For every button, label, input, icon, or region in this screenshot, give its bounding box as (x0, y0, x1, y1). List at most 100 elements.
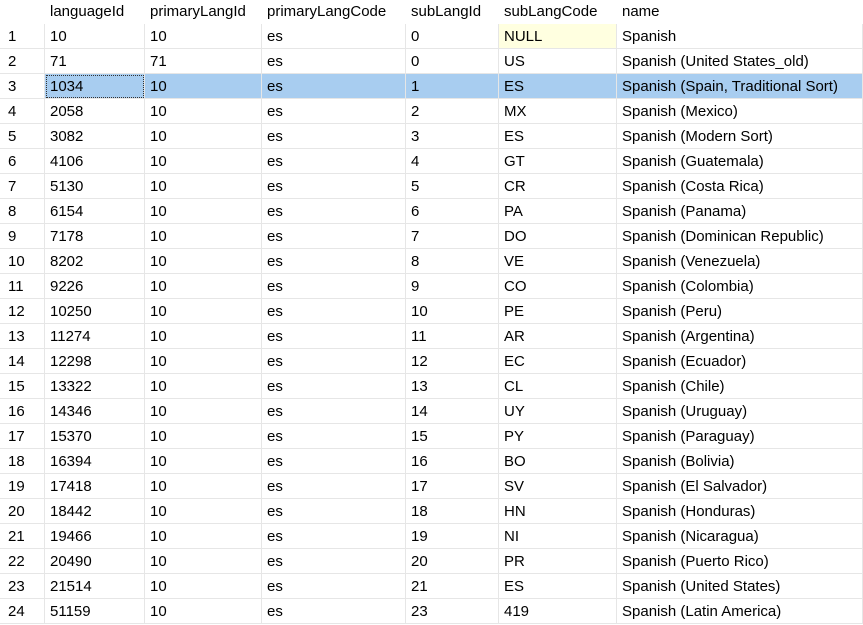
cell-sublangid[interactable]: 12 (406, 349, 499, 374)
cell-name[interactable]: Spanish (Nicaragua) (617, 524, 863, 549)
cell-sublangid[interactable]: 20 (406, 549, 499, 574)
cell-primarylangid[interactable]: 10 (145, 574, 262, 599)
cell-primarylangcode[interactable]: es (262, 524, 406, 549)
table-row[interactable]: 20 18442 10 es 18 HN Spanish (Honduras) (0, 499, 863, 524)
cell-sublangcode[interactable]: GT (499, 149, 617, 174)
row-number[interactable]: 21 (0, 524, 45, 549)
cell-primarylangcode[interactable]: es (262, 124, 406, 149)
cell-primarylangcode[interactable]: es (262, 324, 406, 349)
table-row[interactable]: 22 20490 10 es 20 PR Spanish (Puerto Rico) (0, 549, 863, 574)
cell-sublangcode[interactable]: ES (499, 124, 617, 149)
cell-name[interactable]: Spanish (617, 24, 863, 49)
row-number[interactable]: 14 (0, 349, 45, 374)
cell-primarylangcode[interactable]: es (262, 224, 406, 249)
row-number[interactable]: 13 (0, 324, 45, 349)
cell-name[interactable]: Spanish (Colombia) (617, 274, 863, 299)
cell-sublangid[interactable]: 5 (406, 174, 499, 199)
cell-primarylangcode[interactable]: es (262, 424, 406, 449)
column-header-sublangid[interactable]: subLangId (406, 0, 499, 24)
cell-primarylangid[interactable]: 10 (145, 74, 262, 99)
cell-name[interactable]: Spanish (Spain, Traditional Sort) (617, 74, 863, 99)
cell-languageid[interactable]: 10 (45, 24, 145, 49)
cell-sublangcode[interactable]: 419 (499, 599, 617, 624)
cell-languageid[interactable]: 12298 (45, 349, 145, 374)
cell-sublangid[interactable]: 6 (406, 199, 499, 224)
cell-languageid[interactable]: 13322 (45, 374, 145, 399)
table-row[interactable]: 24 51159 10 es 23 419 Spanish (Latin America) (0, 599, 863, 624)
cell-sublangcode[interactable]: CL (499, 374, 617, 399)
cell-name[interactable]: Spanish (Argentina) (617, 324, 863, 349)
cell-sublangcode[interactable]: PR (499, 549, 617, 574)
cell-primarylangid[interactable]: 10 (145, 299, 262, 324)
cell-primarylangcode[interactable]: es (262, 474, 406, 499)
cell-primarylangcode[interactable]: es (262, 274, 406, 299)
cell-sublangid[interactable]: 0 (406, 24, 499, 49)
cell-primarylangcode[interactable]: es (262, 599, 406, 624)
table-row[interactable]: 10 8202 10 es 8 VE Spanish (Venezuela) (0, 249, 863, 274)
cell-languageid[interactable]: 2058 (45, 99, 145, 124)
cell-sublangcode[interactable]: MX (499, 99, 617, 124)
cell-languageid[interactable]: 17418 (45, 474, 145, 499)
cell-sublangid[interactable]: 4 (406, 149, 499, 174)
row-number[interactable]: 4 (0, 99, 45, 124)
cell-primarylangcode[interactable]: es (262, 574, 406, 599)
cell-primarylangcode[interactable]: es (262, 249, 406, 274)
cell-primarylangcode[interactable]: es (262, 399, 406, 424)
cell-sublangcode[interactable]: NI (499, 524, 617, 549)
cell-name[interactable]: Spanish (Paraguay) (617, 424, 863, 449)
row-number[interactable]: 12 (0, 299, 45, 324)
cell-languageid[interactable]: 15370 (45, 424, 145, 449)
cell-primarylangid[interactable]: 10 (145, 474, 262, 499)
cell-languageid[interactable]: 7178 (45, 224, 145, 249)
cell-primarylangcode[interactable]: es (262, 299, 406, 324)
cell-primarylangid[interactable]: 10 (145, 99, 262, 124)
cell-name[interactable]: Spanish (Venezuela) (617, 249, 863, 274)
table-row[interactable]: 3 1034 10 es 1 ES Spanish (Spain, Traditional … (0, 74, 863, 99)
cell-primarylangid[interactable]: 10 (145, 399, 262, 424)
table-row[interactable]: 17 15370 10 es 15 PY Spanish (Paraguay) (0, 424, 863, 449)
row-number[interactable]: 24 (0, 599, 45, 624)
table-row[interactable]: 5 3082 10 es 3 ES Spanish (Modern Sort) (0, 124, 863, 149)
row-number[interactable]: 16 (0, 399, 45, 424)
cell-name[interactable]: Spanish (Peru) (617, 299, 863, 324)
cell-name[interactable]: Spanish (Ecuador) (617, 349, 863, 374)
cell-sublangcode[interactable]: CR (499, 174, 617, 199)
cell-languageid[interactable]: 16394 (45, 449, 145, 474)
cell-primarylangid[interactable]: 10 (145, 524, 262, 549)
cell-primarylangid[interactable]: 10 (145, 124, 262, 149)
cell-languageid[interactable]: 18442 (45, 499, 145, 524)
row-number[interactable]: 10 (0, 249, 45, 274)
cell-primarylangcode[interactable]: es (262, 549, 406, 574)
cell-languageid[interactable]: 14346 (45, 399, 145, 424)
cell-primarylangid[interactable]: 10 (145, 24, 262, 49)
column-header-languageid[interactable]: languageId (45, 0, 145, 24)
cell-primarylangid[interactable]: 10 (145, 274, 262, 299)
cell-primarylangid[interactable]: 10 (145, 449, 262, 474)
cell-languageid[interactable]: 10250 (45, 299, 145, 324)
cell-sublangid[interactable]: 18 (406, 499, 499, 524)
row-number[interactable]: 19 (0, 474, 45, 499)
cell-languageid[interactable]: 8202 (45, 249, 145, 274)
cell-sublangid[interactable]: 2 (406, 99, 499, 124)
table-row[interactable]: 18 16394 10 es 16 BO Spanish (Bolivia) (0, 449, 863, 474)
cell-sublangid[interactable]: 1 (406, 74, 499, 99)
cell-sublangid[interactable]: 14 (406, 399, 499, 424)
cell-primarylangid[interactable]: 10 (145, 599, 262, 624)
cell-primarylangid[interactable]: 10 (145, 374, 262, 399)
table-row[interactable]: 1 10 10 es 0 NULL Spanish (0, 24, 863, 49)
cell-languageid[interactable]: 20490 (45, 549, 145, 574)
results-grid[interactable]: languageId primaryLangId primaryLangCode… (0, 0, 863, 625)
cell-name[interactable]: Spanish (Uruguay) (617, 399, 863, 424)
cell-sublangid[interactable]: 17 (406, 474, 499, 499)
cell-sublangid[interactable]: 9 (406, 274, 499, 299)
table-row[interactable]: 12 10250 10 es 10 PE Spanish (Peru) (0, 299, 863, 324)
cell-primarylangcode[interactable]: es (262, 149, 406, 174)
table-row[interactable]: 21 19466 10 es 19 NI Spanish (Nicaragua) (0, 524, 863, 549)
cell-name[interactable]: Spanish (United States) (617, 574, 863, 599)
table-row[interactable]: 8 6154 10 es 6 PA Spanish (Panama) (0, 199, 863, 224)
cell-sublangcode[interactable]: UY (499, 399, 617, 424)
cell-primarylangcode[interactable]: es (262, 49, 406, 74)
cell-sublangcode[interactable]: NULL (499, 24, 617, 49)
table-row[interactable]: 6 4106 10 es 4 GT Spanish (Guatemala) (0, 149, 863, 174)
cell-primarylangid[interactable]: 10 (145, 424, 262, 449)
